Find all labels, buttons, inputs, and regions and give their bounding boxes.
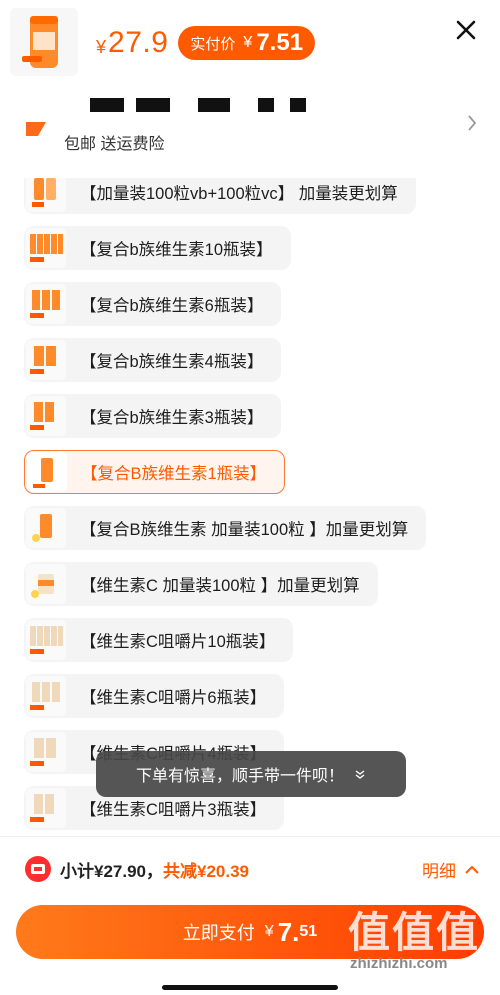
watermark-url: zhizhizhi.com xyxy=(350,955,448,972)
actual-price-symbol: ¥ xyxy=(243,34,253,51)
option-label: 【复合b族维生素4瓶装】 xyxy=(80,353,264,371)
detail-label: 明细 xyxy=(422,862,456,881)
option-thumbnail xyxy=(26,788,66,828)
sku-option[interactable]: 【复合b族维生素4瓶装】 xyxy=(24,338,282,382)
actual-price-badge: 实付价 ¥ 7.51 xyxy=(178,26,316,60)
product-thumbnail xyxy=(10,8,78,76)
option-label: 【维生素C 加量装100粒 】加量更划算 xyxy=(80,577,360,595)
shipping-info: 包邮 送运费险 xyxy=(64,136,165,153)
option-label: 【维生素C咀嚼片6瓶装】 xyxy=(80,689,267,707)
option-label: 【维生素C咀嚼片10瓶装】 xyxy=(80,633,276,651)
sku-option-selected[interactable]: 【复合B族维生素1瓶装】 xyxy=(24,450,286,494)
option-thumbnail xyxy=(26,396,66,436)
sku-option[interactable]: 【复合b族维生素6瓶装】 xyxy=(24,282,282,326)
option-label: 【复合b族维生素10瓶装】 xyxy=(80,241,273,259)
option-thumbnail xyxy=(26,732,66,772)
option-label: 【复合b族维生素6瓶装】 xyxy=(80,297,264,315)
redacted-address xyxy=(90,98,124,112)
discount-label: 共减¥20.39 xyxy=(163,862,249,881)
subtotal: 小计¥27.90，共减¥20.39 xyxy=(60,857,249,882)
sku-option[interactable]: 【维生素C 加量装100粒 】加量更划算 xyxy=(24,562,378,606)
sku-option[interactable]: 【维生素C咀嚼片6瓶装】 xyxy=(24,674,285,718)
redacted-address xyxy=(290,98,306,112)
option-thumbnail xyxy=(26,284,66,324)
option-thumbnail xyxy=(27,452,67,492)
redacted-address xyxy=(258,98,274,112)
toast-text: 下单有惊喜，顺手带一件呗！ xyxy=(135,768,344,785)
option-thumbnail xyxy=(26,564,66,604)
actual-price-value: 7.51 xyxy=(256,29,304,56)
option-thumbnail xyxy=(26,676,66,716)
option-label: 【复合b族维生素3瓶装】 xyxy=(80,409,264,427)
home-indicator xyxy=(162,985,338,990)
sku-option[interactable]: 【复合B族维生素 加量装100粒 】加量更划算 xyxy=(24,506,427,550)
option-label: 【维生素C咀嚼片3瓶装】 xyxy=(80,801,267,819)
option-label: 【复合B族维生素 加量装100粒 】加量更划算 xyxy=(80,521,409,539)
detail-toggle[interactable]: 明细 xyxy=(422,857,480,882)
watermark: 值值值 zhizhizhi.com xyxy=(348,887,488,987)
chevron-up-icon xyxy=(465,865,479,874)
option-thumbnail xyxy=(26,508,66,548)
coupon-icon xyxy=(24,855,52,883)
list-price: 27.9 xyxy=(108,26,169,59)
option-thumbnail xyxy=(26,340,66,380)
pay-button-label: 立即支付 xyxy=(182,923,255,943)
sku-option[interactable]: 【加量装100粒vb+100粒vc】 加量装更划算 xyxy=(24,178,416,214)
sku-option-list: 【加量装100粒vb+100粒vc】 加量装更划算 【复合b族维生素10瓶装】 … xyxy=(0,178,500,836)
option-thumbnail xyxy=(26,228,66,268)
pay-button-amount-decimal: 51 xyxy=(299,923,318,940)
option-thumbnail xyxy=(26,178,66,212)
checkout-footer: 小计¥27.90，共减¥20.39 明细 立即支付 ¥ 7. 51 值值值 zhi… xyxy=(0,836,500,995)
redacted-address xyxy=(136,98,170,112)
price-row: ¥ 27.9 实付价 ¥ 7.51 xyxy=(96,26,316,60)
option-thumbnail xyxy=(26,620,66,660)
promo-toast[interactable]: 下单有惊喜，顺手带一件呗！ xyxy=(96,751,406,797)
chevron-right-icon[interactable] xyxy=(466,114,478,132)
watermark-chars: 值值值 xyxy=(348,909,481,956)
location-icon xyxy=(24,116,56,138)
close-icon[interactable] xyxy=(454,18,478,42)
price-symbol: ¥ xyxy=(96,36,107,57)
option-label: 【加量装100粒vb+100粒vc】 加量装更划算 xyxy=(80,185,398,203)
option-label: 【复合B族维生素1瓶装】 xyxy=(81,465,267,483)
sku-selector-sheet: ¥ 27.9 实付价 ¥ 7.51 包邮 送运费险 【加量装100粒vb+100… xyxy=(0,0,500,995)
sku-option[interactable]: 【维生素C咀嚼片10瓶装】 xyxy=(24,618,294,662)
chevron-down-icon xyxy=(355,770,365,779)
redacted-address xyxy=(198,98,230,112)
sku-option[interactable]: 【复合b族维生素3瓶装】 xyxy=(24,394,282,438)
subtotal-label: 小计¥27.90， xyxy=(60,862,163,881)
sheet-header: ¥ 27.9 实付价 ¥ 7.51 包邮 送运费险 xyxy=(0,0,500,178)
pay-button-amount: 7. xyxy=(277,916,300,947)
pay-button-symbol: ¥ xyxy=(264,923,274,940)
actual-price-label: 实付价 xyxy=(190,35,236,53)
sku-option[interactable]: 【复合b族维生素10瓶装】 xyxy=(24,226,291,270)
